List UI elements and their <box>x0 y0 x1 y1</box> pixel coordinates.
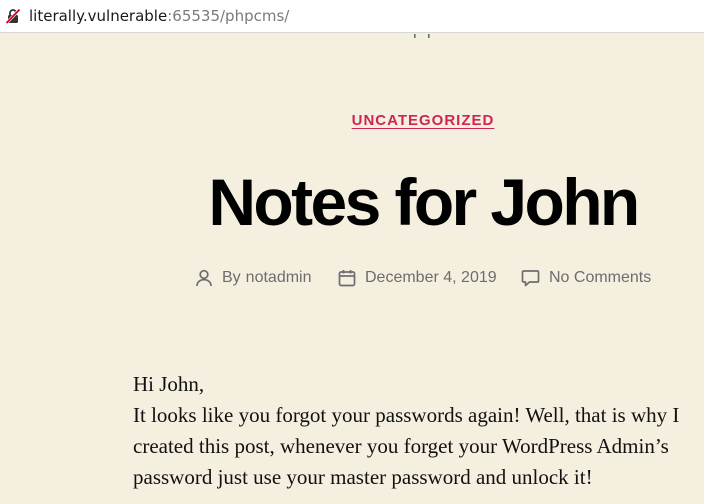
insecure-lock-icon[interactable] <box>5 8 21 25</box>
url-text[interactable]: literally.vulnerable:65535/phpcms/ <box>29 7 289 25</box>
post-author: By notadmin <box>195 266 312 290</box>
body-line-greeting: Hi John, <box>133 372 205 396</box>
person-icon <box>196 269 212 287</box>
url-path: :65535/phpcms/ <box>167 7 290 25</box>
post-content: Hi John, It looks like you forgot your p… <box>133 369 704 493</box>
body-line: password just use your master password a… <box>133 465 593 489</box>
menu-toggle-fragment <box>414 34 430 38</box>
comments-link[interactable]: No Comments <box>549 269 651 287</box>
body-line: created this post, whenever you forget y… <box>133 434 669 458</box>
url-host: literally.vulnerable <box>29 7 168 25</box>
post-date: December 4, 2019 <box>338 266 497 290</box>
category-link[interactable]: UNCATEGORIZED <box>0 112 704 129</box>
date-link[interactable]: December 4, 2019 <box>365 269 497 287</box>
post-comments: No Comments <box>521 266 651 290</box>
author-link[interactable]: notadmin <box>246 269 312 287</box>
post-title: Notes for John <box>208 165 640 239</box>
comment-icon <box>521 270 540 287</box>
author-by-label: By <box>222 269 241 286</box>
calendar-icon <box>338 270 356 287</box>
body-line: It looks like you forgot your passwords … <box>133 403 680 427</box>
url-bar[interactable]: literally.vulnerable:65535/phpcms/ <box>0 0 704 33</box>
